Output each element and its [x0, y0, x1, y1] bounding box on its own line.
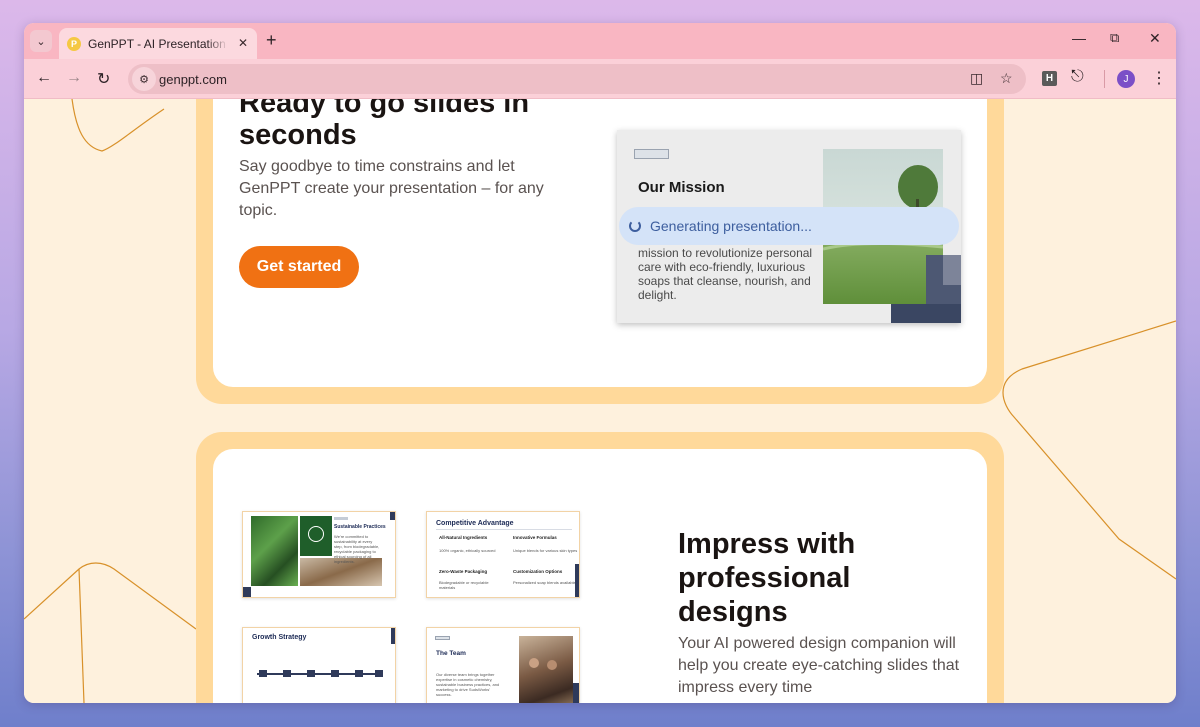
designs-card-inner: Sustainable Practices We're committed to… [213, 449, 987, 703]
designs-heading: Impress with professional designs [678, 528, 856, 628]
more-menu-icon[interactable]: ⋮ [1151, 68, 1167, 88]
thumb-title: Sustainable Practices [334, 524, 386, 530]
get-started-button[interactable]: Get started [239, 246, 359, 288]
thumb-item-text: Biodegradable or recyclable materials [439, 580, 489, 590]
thumb-header-bar [435, 636, 450, 640]
reload-button[interactable]: ↻ [97, 69, 110, 89]
hero-heading: Ready to go slides in seconds [239, 99, 530, 151]
timeline-step: Q4 [331, 670, 339, 684]
slide-accent-block [943, 255, 961, 285]
forward-button[interactable]: → [66, 69, 82, 87]
tab-genppt[interactable]: P GenPPT - AI Presentation Maker ✕ [59, 28, 257, 59]
minimize-icon[interactable]: — [1072, 30, 1086, 46]
thumb-item-heading: Zero-Waste Packaging [439, 569, 488, 574]
thumb-item-text: Unique blends for various skin types [513, 548, 578, 553]
thumbnail-the-team: The Team Our diverse team brings togethe… [426, 627, 580, 703]
new-tab-button[interactable]: + [266, 30, 277, 51]
slide-title: Our Mission [638, 179, 725, 196]
thumbnail-growth-strategy: Growth Strategy Q1 Q2 Q3 Q4 Q5 Q6 [242, 627, 396, 703]
address-bar[interactable]: ⚙ genppt.com ◫ ☆ [128, 64, 1026, 94]
thumb-title: The Team [436, 650, 466, 657]
slide-accent-block [891, 304, 961, 323]
thumb-accent [390, 512, 395, 520]
thumbnail-sustainable-practices: Sustainable Practices We're committed to… [242, 511, 396, 598]
thumb-item-heading: Innovative Formulas [513, 535, 557, 540]
tab-strip: ⌄ P GenPPT - AI Presentation Maker ✕ + —… [24, 23, 1176, 59]
thumb-text: Our diverse team brings together experti… [436, 672, 500, 697]
eco-car-tile [300, 516, 332, 556]
generating-status-text: Generating presentation... [650, 218, 812, 234]
slide-header-bar [634, 149, 669, 159]
timeline-step: Q1 [259, 670, 267, 684]
back-button[interactable]: ← [36, 69, 52, 87]
thumb-accent [573, 683, 579, 703]
slide-text: mission to revolutionize personal care w… [638, 246, 813, 302]
restore-icon[interactable]: ⧉ [1110, 30, 1119, 46]
leaves-photo [251, 516, 298, 586]
thumb-item-text: 100% organic, ethically sourced [439, 548, 496, 553]
eco-car-icon [308, 526, 324, 542]
favicon-icon: P [67, 36, 81, 51]
timeline-step: Q2 [283, 670, 291, 684]
thumb-item-heading: All-Natural Ingredients [439, 535, 488, 540]
generating-status-pill: Generating presentation... [619, 207, 959, 245]
thumb-accent [243, 587, 251, 597]
spinner-icon [629, 220, 641, 232]
close-window-icon[interactable]: ✕ [1149, 30, 1161, 47]
thumb-accent [391, 628, 395, 644]
tab-title: GenPPT - AI Presentation Maker [88, 36, 228, 51]
install-app-icon[interactable]: ◫ [970, 70, 983, 87]
extensions-puzzle-icon[interactable]: ⎋ [1071, 68, 1084, 86]
hero-card-inner: Ready to go slides in seconds Say goodby… [213, 99, 987, 387]
browser-toolbar: ← → ↻ ⚙ genppt.com ◫ ☆ H ⎋ J ⋮ [24, 59, 1176, 99]
thumb-accent [575, 564, 579, 597]
url-text: genppt.com [159, 72, 227, 87]
profile-avatar[interactable]: J [1117, 70, 1135, 88]
bookmark-star-icon[interactable]: ☆ [1000, 70, 1013, 87]
chevron-down-icon: ⌄ [36, 35, 46, 48]
toolbar-divider [1104, 70, 1105, 88]
site-info-icon[interactable]: ⚙ [132, 67, 156, 91]
browser-window: ⌄ P GenPPT - AI Presentation Maker ✕ + —… [24, 23, 1176, 703]
thumb-divider [436, 529, 572, 530]
tab-search-button[interactable]: ⌄ [30, 30, 52, 52]
hero-description: Say goodbye to time constrains and let G… [239, 158, 544, 219]
thumb-text: We're committed to sustainability at eve… [334, 534, 380, 564]
thumb-header-bar [334, 517, 348, 520]
timeline-line [257, 673, 383, 675]
thumb-title: Growth Strategy [252, 634, 307, 641]
team-photo [519, 636, 573, 703]
designs-description: Your AI powered design companion will he… [678, 635, 960, 696]
timeline-step: Q3 [307, 670, 315, 684]
thumbnail-competitive-advantage: Competitive Advantage All-Natural Ingred… [426, 511, 580, 598]
page-viewport: Ready to go slides in seconds Say goodby… [24, 99, 1176, 703]
timeline-step: Q6 [375, 670, 383, 684]
extension-h-icon[interactable]: H [1042, 71, 1057, 86]
thumb-title: Competitive Advantage [436, 520, 514, 527]
thumb-item-heading: Customization Options [513, 569, 563, 574]
timeline-step: Q5 [355, 670, 363, 684]
thumb-item-text: Personalized soap blends available [513, 580, 576, 585]
close-icon[interactable]: ✕ [238, 36, 248, 50]
